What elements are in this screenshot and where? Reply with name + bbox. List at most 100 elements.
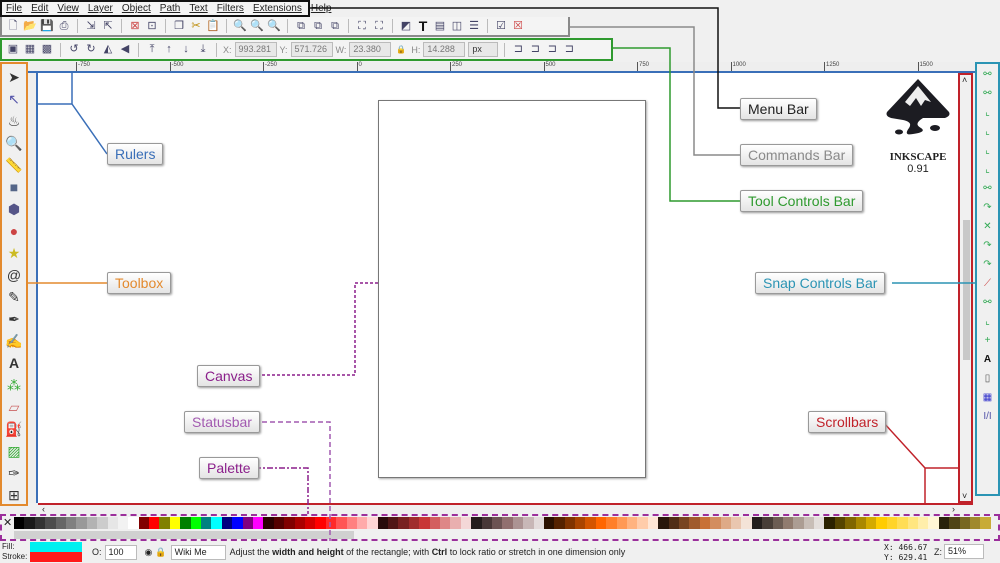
align-icon[interactable]: ☰	[467, 19, 481, 33]
zoom-field[interactable]: 51%	[944, 544, 984, 559]
vertical-scroll-thumb[interactable]	[963, 220, 970, 360]
palette-swatch[interactable]	[159, 517, 170, 529]
undo-icon[interactable]: ⊠	[128, 19, 142, 33]
move-gradients-icon[interactable]: ⊐	[545, 43, 559, 57]
palette-swatch[interactable]	[24, 517, 35, 529]
document-properties-icon[interactable]: ☒	[511, 19, 525, 33]
palette-swatch[interactable]	[980, 517, 991, 529]
measure-tool-icon[interactable]: 📏	[5, 155, 23, 174]
deselect-icon[interactable]: ▩	[40, 43, 54, 57]
layers-icon[interactable]: ▤	[433, 19, 447, 33]
palette-swatch[interactable]	[65, 517, 77, 529]
selector-tool-icon[interactable]: ➤	[5, 67, 23, 86]
palette-swatch[interactable]	[564, 517, 576, 529]
visibility-icon[interactable]: ◉	[145, 547, 153, 558]
lower-icon[interactable]: ↓	[179, 43, 193, 57]
palette-swatch[interactable]	[263, 517, 274, 529]
snap-toggle-icon[interactable]: ⚯	[981, 68, 995, 82]
palette-swatch[interactable]	[616, 517, 628, 529]
palette-swatch[interactable]	[782, 517, 794, 529]
palette-scrollbar[interactable]	[14, 531, 354, 539]
palette-swatch[interactable]	[408, 517, 420, 529]
palette-swatch[interactable]	[149, 517, 160, 529]
palette-swatch[interactable]	[637, 517, 648, 529]
palette-swatch[interactable]	[388, 517, 399, 529]
open-icon[interactable]: 📂	[23, 19, 37, 33]
ungroup-icon[interactable]: ⛶	[372, 19, 386, 33]
palette-swatch[interactable]	[824, 517, 835, 529]
palette-swatch[interactable]	[45, 517, 56, 529]
palette-swatch[interactable]	[772, 517, 783, 529]
ellipse-tool-icon[interactable]: ●	[5, 221, 23, 240]
snap-cusp-icon[interactable]: ↷	[981, 239, 995, 253]
rectangle-tool-icon[interactable]: ■	[5, 177, 23, 196]
snap-text-baseline-icon[interactable]: A	[981, 353, 995, 367]
bucket-tool-icon[interactable]: ⛽	[5, 419, 23, 438]
save-icon[interactable]: 💾	[40, 19, 54, 33]
snap-bbox-icon[interactable]: ⚯	[981, 87, 995, 101]
palette-swatch[interactable]	[356, 517, 368, 529]
palette-swatch[interactable]	[14, 517, 25, 529]
clone-icon[interactable]: ⧉	[311, 19, 325, 33]
snap-grid-icon[interactable]: ▦	[981, 391, 995, 405]
w-field[interactable]: 23.380	[349, 42, 392, 57]
palette-swatch[interactable]	[284, 517, 295, 529]
scroll-left-icon[interactable]: ‹	[42, 504, 45, 514]
palette-swatch[interactable]	[845, 517, 856, 529]
palette-swatch[interactable]	[834, 517, 846, 529]
import-icon[interactable]: ⇲	[84, 19, 98, 33]
palette-swatch[interactable]	[741, 517, 752, 529]
palette-swatch[interactable]	[928, 517, 939, 529]
palette-swatch[interactable]	[315, 517, 326, 529]
stroke-indicator[interactable]	[30, 552, 82, 562]
flip-horizontal-icon[interactable]: ◭	[101, 43, 115, 57]
palette-swatch[interactable]	[242, 517, 253, 529]
menu-file[interactable]: File	[6, 3, 22, 14]
palette-swatch[interactable]	[491, 517, 503, 529]
palette-swatch[interactable]	[606, 517, 617, 529]
vertical-scrollbar[interactable]: ˄ ˅	[958, 73, 973, 503]
select-all-icon[interactable]: ▣	[6, 43, 20, 57]
unit-select[interactable]: px	[468, 42, 499, 57]
snap-intersections-icon[interactable]: ✕	[981, 220, 995, 234]
menu-object[interactable]: Object	[122, 3, 151, 14]
palette-swatch[interactable]	[107, 517, 118, 529]
x-field[interactable]: 993.281	[234, 42, 277, 57]
rotate-cw-icon[interactable]: ↻	[84, 43, 98, 57]
palette-swatch[interactable]	[481, 517, 492, 529]
paste-icon[interactable]: 📋	[206, 19, 220, 33]
palette-swatch[interactable]	[938, 517, 950, 529]
menu-view[interactable]: View	[57, 3, 79, 14]
palette-swatch[interactable]	[886, 517, 898, 529]
menu-filters[interactable]: Filters	[217, 3, 244, 14]
menu-layer[interactable]: Layer	[88, 3, 113, 14]
h-field[interactable]: 14.288	[423, 42, 466, 57]
scroll-up-icon[interactable]: ˄	[962, 75, 967, 85]
cut-icon[interactable]: ✂	[189, 19, 203, 33]
palette-swatch[interactable]	[720, 517, 731, 529]
snap-paths-icon[interactable]: ↷	[981, 201, 995, 215]
palette-swatch[interactable]	[751, 517, 763, 529]
palette-swatch[interactable]	[710, 517, 721, 529]
fill-stroke-icon[interactable]: ◩	[399, 19, 413, 33]
menu-edit[interactable]: Edit	[31, 3, 48, 14]
palette-swatch[interactable]	[668, 517, 679, 529]
palette-swatch[interactable]	[689, 517, 700, 529]
palette-swatch[interactable]	[793, 517, 804, 529]
snap-bbox-edge-icon[interactable]: ⌞	[981, 106, 995, 120]
export-icon[interactable]: ⇱	[101, 19, 115, 33]
lower-bottom-icon[interactable]: ⤓	[196, 43, 210, 57]
gradient-tool-icon[interactable]: ▨	[5, 441, 23, 460]
menu-extensions[interactable]: Extensions	[253, 3, 302, 14]
palette-swatch[interactable]	[866, 517, 877, 529]
node-tool-icon[interactable]: ↖	[5, 89, 23, 108]
redo-icon[interactable]: ⊡	[145, 19, 159, 33]
snap-bbox-center-icon[interactable]: ⌞	[981, 163, 995, 177]
opacity-field[interactable]: 100	[104, 544, 137, 560]
menu-text[interactable]: Text	[189, 3, 207, 14]
copy-icon[interactable]: ❐	[172, 19, 186, 33]
palette-swatch[interactable]	[647, 517, 659, 529]
lock-icon[interactable]: 🔒	[394, 43, 408, 57]
palette-swatch[interactable]	[460, 517, 472, 529]
snap-nodes-icon[interactable]: ⚯	[981, 182, 995, 196]
